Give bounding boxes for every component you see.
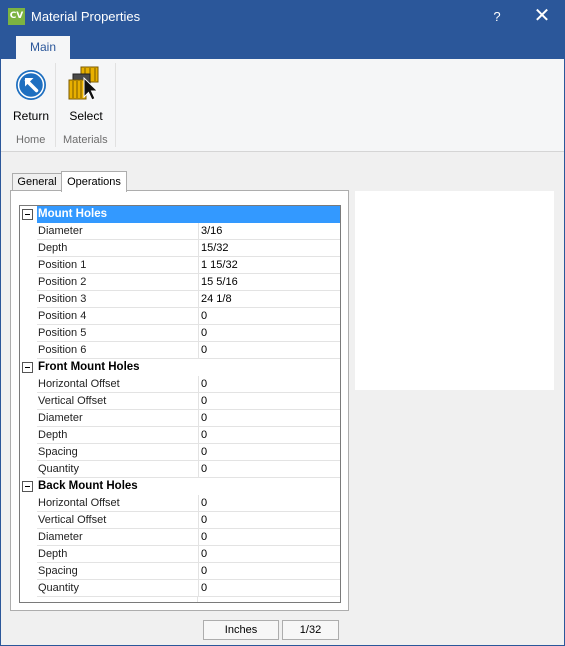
property-name: Diameter bbox=[37, 223, 199, 240]
property-name: Spacing bbox=[37, 444, 199, 461]
return-button-label: Return bbox=[12, 109, 50, 123]
ribbon-group-home: Home bbox=[16, 134, 46, 146]
ribbon-tab-main[interactable]: Main bbox=[16, 36, 70, 59]
help-button[interactable]: ? bbox=[477, 1, 517, 32]
material-preview-pane bbox=[355, 191, 554, 390]
property-name: Horizontal Offset bbox=[37, 376, 199, 393]
property-name: Position 6 bbox=[37, 342, 199, 359]
app-icon: CV bbox=[8, 8, 25, 25]
property-value[interactable]: 0 bbox=[199, 529, 340, 546]
precision-indicator[interactable]: 1/32 bbox=[282, 620, 339, 640]
property-row[interactable]: Diameter 0 bbox=[20, 410, 340, 427]
ribbon-group-materials: Materials bbox=[63, 134, 108, 146]
property-value[interactable]: 0 bbox=[199, 563, 340, 580]
category-label: Mount Holes bbox=[37, 206, 340, 223]
property-row[interactable]: Vertical Offset 0 bbox=[20, 512, 340, 529]
select-button[interactable]: Select bbox=[63, 65, 109, 125]
property-row[interactable]: Horizontal Offset 0 bbox=[20, 495, 340, 512]
property-value[interactable]: 24 1/8 bbox=[199, 291, 340, 308]
property-name: Position 1 bbox=[37, 257, 199, 274]
ribbon-tab-bar: Main bbox=[1, 32, 564, 59]
property-name: Diameter bbox=[37, 529, 199, 546]
property-value[interactable]: 0 bbox=[199, 376, 340, 393]
property-name: Position 2 bbox=[37, 274, 199, 291]
select-button-label: Select bbox=[69, 109, 103, 123]
property-row[interactable]: Spacing 0 bbox=[20, 444, 340, 461]
category-mount-holes[interactable]: Mount Holes bbox=[20, 206, 340, 223]
property-row[interactable]: Quantity 0 bbox=[20, 580, 340, 597]
property-name: Position 4 bbox=[37, 308, 199, 325]
property-value[interactable]: 1 15/32 bbox=[199, 257, 340, 274]
property-value[interactable]: 15 5/16 bbox=[199, 274, 340, 291]
collapse-toggle-icon[interactable] bbox=[22, 362, 33, 373]
property-row[interactable]: Horizontal Offset 0 bbox=[20, 376, 340, 393]
property-row[interactable]: Depth 15/32 bbox=[20, 240, 340, 257]
property-value[interactable]: 0 bbox=[199, 546, 340, 563]
property-value[interactable]: 0 bbox=[199, 461, 340, 478]
title-bar: CV Material Properties ? ✕ bbox=[1, 1, 564, 32]
property-name: Vertical Offset bbox=[37, 393, 199, 410]
collapse-toggle-icon[interactable] bbox=[22, 209, 33, 220]
tab-operations[interactable]: Operations bbox=[61, 171, 127, 192]
return-button[interactable]: Return bbox=[8, 65, 54, 125]
ribbon-group-separator bbox=[55, 63, 56, 147]
collapse-toggle-icon[interactable] bbox=[22, 481, 33, 492]
property-row[interactable]: Position 60 bbox=[20, 342, 340, 359]
property-value[interactable]: 0 bbox=[199, 342, 340, 359]
close-button[interactable]: ✕ bbox=[522, 1, 562, 32]
property-row[interactable]: Spacing 0 bbox=[20, 563, 340, 580]
property-name: Vertical Offset bbox=[37, 512, 199, 529]
window-title: Material Properties bbox=[31, 9, 141, 24]
grid-filler bbox=[20, 597, 340, 602]
property-value[interactable]: 0 bbox=[199, 580, 340, 597]
property-row[interactable]: Vertical Offset 0 bbox=[20, 393, 340, 410]
property-name: Spacing bbox=[37, 563, 199, 580]
property-name: Horizontal Offset bbox=[37, 495, 199, 512]
property-value[interactable]: 0 bbox=[199, 308, 340, 325]
property-name: Position 3 bbox=[37, 291, 199, 308]
property-grid[interactable]: Mount Holes Diameter 3/16 Depth 15/32 Posi… bbox=[19, 205, 341, 603]
property-name: Depth bbox=[37, 240, 199, 257]
property-row[interactable]: Depth 0 bbox=[20, 546, 340, 563]
property-value[interactable]: 15/32 bbox=[199, 240, 340, 257]
property-row[interactable]: Position 3 24 1/8 bbox=[20, 291, 340, 308]
property-name: Depth bbox=[37, 427, 199, 444]
operations-tab-panel: Mount Holes Diameter 3/16 Depth 15/32 Posi… bbox=[10, 190, 349, 611]
property-row[interactable]: Position 40 bbox=[20, 308, 340, 325]
property-value[interactable]: 0 bbox=[199, 410, 340, 427]
property-name: Depth bbox=[37, 546, 199, 563]
property-value[interactable]: 0 bbox=[199, 325, 340, 342]
material-properties-window: CV Material Properties ? ✕ Main Return H… bbox=[0, 0, 565, 646]
property-row[interactable]: Depth 0 bbox=[20, 427, 340, 444]
property-value[interactable]: 0 bbox=[199, 427, 340, 444]
return-arrow-icon bbox=[16, 70, 46, 100]
category-back-mount-holes[interactable]: Back Mount Holes bbox=[20, 478, 340, 495]
ribbon: Return Home Select Materials bbox=[1, 59, 564, 152]
property-name: Quantity bbox=[37, 461, 199, 478]
property-row[interactable]: Position 11 15/32 bbox=[20, 257, 340, 274]
property-row[interactable]: Diameter 0 bbox=[20, 529, 340, 546]
select-materials-icon bbox=[68, 66, 99, 101]
property-value[interactable]: 0 bbox=[199, 393, 340, 410]
category-label: Front Mount Holes bbox=[38, 361, 140, 373]
category-label: Back Mount Holes bbox=[38, 480, 138, 492]
property-value[interactable]: 3/16 bbox=[199, 223, 340, 240]
property-value[interactable]: 0 bbox=[199, 444, 340, 461]
property-row[interactable]: Position 2 15 5/16 bbox=[20, 274, 340, 291]
property-row[interactable]: Position 50 bbox=[20, 325, 340, 342]
ribbon-group-separator bbox=[115, 63, 116, 147]
category-front-mount-holes[interactable]: Front Mount Holes bbox=[20, 359, 340, 376]
property-value[interactable]: 0 bbox=[199, 512, 340, 529]
property-row[interactable]: Diameter 3/16 bbox=[20, 223, 340, 240]
property-value[interactable]: 0 bbox=[199, 495, 340, 512]
property-name: Diameter bbox=[37, 410, 199, 427]
property-name: Position 5 bbox=[37, 325, 199, 342]
tab-general[interactable]: General bbox=[12, 173, 62, 191]
property-name: Quantity bbox=[37, 580, 199, 597]
units-indicator[interactable]: Inches bbox=[203, 620, 279, 640]
property-row[interactable]: Quantity 0 bbox=[20, 461, 340, 478]
